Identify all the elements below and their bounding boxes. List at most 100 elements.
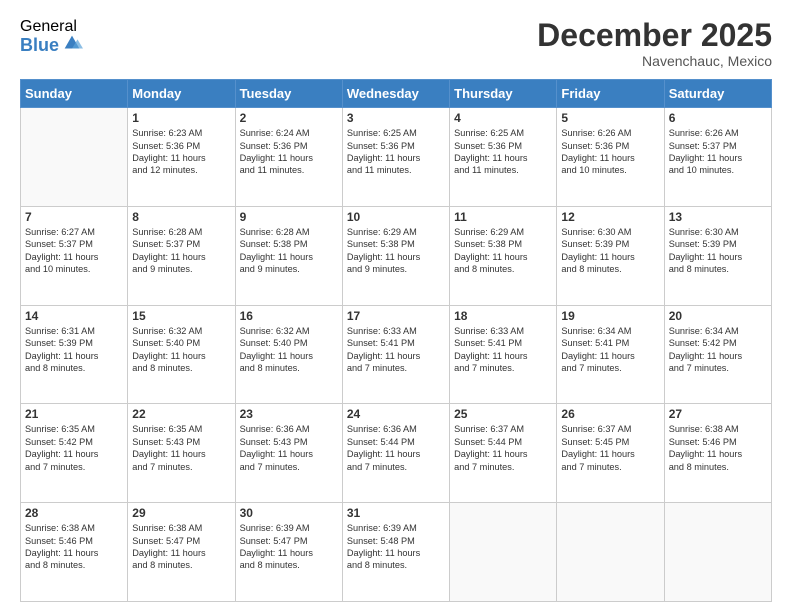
logo-blue: Blue <box>20 36 59 56</box>
calendar-cell: 5 Sunrise: 6:26 AM Sunset: 5:36 PM Daylig… <box>557 108 664 207</box>
calendar-cell: 27Sunrise: 6:38 AM Sunset: 5:46 PM Dayli… <box>664 404 771 503</box>
week-row: 1 Sunrise: 6:23 AM Sunset: 5:36 PM Daylig… <box>21 108 772 207</box>
day-info: Sunrise: 6:26 AM Sunset: 5:36 PM Dayligh… <box>561 127 659 177</box>
weekday-header: Sunday <box>21 80 128 108</box>
day-info: Sunrise: 6:33 AM Sunset: 5:41 PM Dayligh… <box>347 325 445 375</box>
day-info: Sunrise: 6:23 AM Sunset: 5:36 PM Dayligh… <box>132 127 230 177</box>
location: Navenchauc, Mexico <box>537 53 772 69</box>
day-number: 10 <box>347 210 445 224</box>
calendar-cell: 6Sunrise: 6:26 AM Sunset: 5:37 PM Daylig… <box>664 108 771 207</box>
day-info: Sunrise: 6:33 AM Sunset: 5:41 PM Dayligh… <box>454 325 552 375</box>
day-info: Sunrise: 6:34 AM Sunset: 5:42 PM Dayligh… <box>669 325 767 375</box>
day-number: 2 <box>240 111 338 125</box>
day-number: 8 <box>132 210 230 224</box>
day-number: 1 <box>132 111 230 125</box>
calendar-cell: 9Sunrise: 6:28 AM Sunset: 5:38 PM Daylig… <box>235 206 342 305</box>
calendar-cell: 22 Sunrise: 6:35 AM Sunset: 5:43 PM Dayli… <box>128 404 235 503</box>
day-number: 15 <box>132 309 230 323</box>
week-row: 21 Sunrise: 6:35 AM Sunset: 5:42 PM Dayli… <box>21 404 772 503</box>
header: General Blue December 2025 Navenchauc, M… <box>20 18 772 69</box>
logo: General Blue <box>20 18 83 55</box>
day-info: Sunrise: 6:34 AM Sunset: 5:41 PM Dayligh… <box>561 325 659 375</box>
calendar-cell: 13Sunrise: 6:30 AM Sunset: 5:39 PM Dayli… <box>664 206 771 305</box>
page: General Blue December 2025 Navenchauc, M… <box>0 0 792 612</box>
week-row: 7Sunrise: 6:27 AM Sunset: 5:37 PM Daylig… <box>21 206 772 305</box>
day-info: Sunrise: 6:39 AM Sunset: 5:47 PM Dayligh… <box>240 522 338 572</box>
logo-text: General Blue <box>20 18 83 55</box>
day-info: Sunrise: 6:38 AM Sunset: 5:46 PM Dayligh… <box>669 423 767 473</box>
day-number: 17 <box>347 309 445 323</box>
day-info: Sunrise: 6:28 AM Sunset: 5:37 PM Dayligh… <box>132 226 230 276</box>
weekday-header: Wednesday <box>342 80 449 108</box>
weekday-header: Monday <box>128 80 235 108</box>
day-number: 31 <box>347 506 445 520</box>
calendar-cell: 25 Sunrise: 6:37 AM Sunset: 5:44 PM Dayli… <box>450 404 557 503</box>
day-number: 12 <box>561 210 659 224</box>
logo-icon <box>61 32 83 54</box>
calendar-cell: 8 Sunrise: 6:28 AM Sunset: 5:37 PM Daylig… <box>128 206 235 305</box>
calendar-cell: 19 Sunrise: 6:34 AM Sunset: 5:41 PM Dayli… <box>557 305 664 404</box>
day-info: Sunrise: 6:28 AM Sunset: 5:38 PM Dayligh… <box>240 226 338 276</box>
day-number: 14 <box>25 309 123 323</box>
weekday-header: Saturday <box>664 80 771 108</box>
calendar-cell: 29Sunrise: 6:38 AM Sunset: 5:47 PM Dayli… <box>128 503 235 602</box>
day-info: Sunrise: 6:24 AM Sunset: 5:36 PM Dayligh… <box>240 127 338 177</box>
calendar-cell: 21 Sunrise: 6:35 AM Sunset: 5:42 PM Dayli… <box>21 404 128 503</box>
day-info: Sunrise: 6:37 AM Sunset: 5:45 PM Dayligh… <box>561 423 659 473</box>
weekday-header: Friday <box>557 80 664 108</box>
day-number: 24 <box>347 407 445 421</box>
calendar-cell: 20 Sunrise: 6:34 AM Sunset: 5:42 PM Dayli… <box>664 305 771 404</box>
calendar-cell: 30 Sunrise: 6:39 AM Sunset: 5:47 PM Dayli… <box>235 503 342 602</box>
day-number: 16 <box>240 309 338 323</box>
week-row: 28Sunrise: 6:38 AM Sunset: 5:46 PM Dayli… <box>21 503 772 602</box>
day-info: Sunrise: 6:29 AM Sunset: 5:38 PM Dayligh… <box>347 226 445 276</box>
title-block: December 2025 Navenchauc, Mexico <box>537 18 772 69</box>
calendar-cell <box>664 503 771 602</box>
day-info: Sunrise: 6:39 AM Sunset: 5:48 PM Dayligh… <box>347 522 445 572</box>
calendar-cell: 31 Sunrise: 6:39 AM Sunset: 5:48 PM Dayli… <box>342 503 449 602</box>
calendar-cell: 24 Sunrise: 6:36 AM Sunset: 5:44 PM Dayli… <box>342 404 449 503</box>
day-info: Sunrise: 6:26 AM Sunset: 5:37 PM Dayligh… <box>669 127 767 177</box>
calendar-table: SundayMondayTuesdayWednesdayThursdayFrid… <box>20 79 772 602</box>
calendar-cell: 28Sunrise: 6:38 AM Sunset: 5:46 PM Dayli… <box>21 503 128 602</box>
calendar-cell: 14 Sunrise: 6:31 AM Sunset: 5:39 PM Dayli… <box>21 305 128 404</box>
day-number: 5 <box>561 111 659 125</box>
day-number: 23 <box>240 407 338 421</box>
day-info: Sunrise: 6:29 AM Sunset: 5:38 PM Dayligh… <box>454 226 552 276</box>
calendar-cell: 7Sunrise: 6:27 AM Sunset: 5:37 PM Daylig… <box>21 206 128 305</box>
day-info: Sunrise: 6:37 AM Sunset: 5:44 PM Dayligh… <box>454 423 552 473</box>
calendar-cell: 23 Sunrise: 6:36 AM Sunset: 5:43 PM Dayli… <box>235 404 342 503</box>
day-number: 22 <box>132 407 230 421</box>
week-row: 14 Sunrise: 6:31 AM Sunset: 5:39 PM Dayli… <box>21 305 772 404</box>
day-number: 4 <box>454 111 552 125</box>
day-info: Sunrise: 6:30 AM Sunset: 5:39 PM Dayligh… <box>669 226 767 276</box>
calendar-cell <box>21 108 128 207</box>
day-number: 21 <box>25 407 123 421</box>
calendar-cell: 26Sunrise: 6:37 AM Sunset: 5:45 PM Dayli… <box>557 404 664 503</box>
day-number: 25 <box>454 407 552 421</box>
day-number: 19 <box>561 309 659 323</box>
day-info: Sunrise: 6:38 AM Sunset: 5:47 PM Dayligh… <box>132 522 230 572</box>
calendar-cell: 11Sunrise: 6:29 AM Sunset: 5:38 PM Dayli… <box>450 206 557 305</box>
calendar-cell: 17 Sunrise: 6:33 AM Sunset: 5:41 PM Dayli… <box>342 305 449 404</box>
day-info: Sunrise: 6:36 AM Sunset: 5:43 PM Dayligh… <box>240 423 338 473</box>
weekday-header: Thursday <box>450 80 557 108</box>
weekday-header-row: SundayMondayTuesdayWednesdayThursdayFrid… <box>21 80 772 108</box>
day-number: 20 <box>669 309 767 323</box>
calendar-cell: 15Sunrise: 6:32 AM Sunset: 5:40 PM Dayli… <box>128 305 235 404</box>
day-info: Sunrise: 6:35 AM Sunset: 5:42 PM Dayligh… <box>25 423 123 473</box>
day-number: 18 <box>454 309 552 323</box>
day-info: Sunrise: 6:35 AM Sunset: 5:43 PM Dayligh… <box>132 423 230 473</box>
calendar-cell: 2 Sunrise: 6:24 AM Sunset: 5:36 PM Daylig… <box>235 108 342 207</box>
day-info: Sunrise: 6:36 AM Sunset: 5:44 PM Dayligh… <box>347 423 445 473</box>
calendar-cell <box>450 503 557 602</box>
day-info: Sunrise: 6:32 AM Sunset: 5:40 PM Dayligh… <box>240 325 338 375</box>
calendar-cell: 12Sunrise: 6:30 AM Sunset: 5:39 PM Dayli… <box>557 206 664 305</box>
day-number: 30 <box>240 506 338 520</box>
day-number: 3 <box>347 111 445 125</box>
day-info: Sunrise: 6:25 AM Sunset: 5:36 PM Dayligh… <box>454 127 552 177</box>
calendar-cell: 4 Sunrise: 6:25 AM Sunset: 5:36 PM Daylig… <box>450 108 557 207</box>
day-info: Sunrise: 6:31 AM Sunset: 5:39 PM Dayligh… <box>25 325 123 375</box>
calendar-cell: 16 Sunrise: 6:32 AM Sunset: 5:40 PM Dayli… <box>235 305 342 404</box>
day-info: Sunrise: 6:27 AM Sunset: 5:37 PM Dayligh… <box>25 226 123 276</box>
